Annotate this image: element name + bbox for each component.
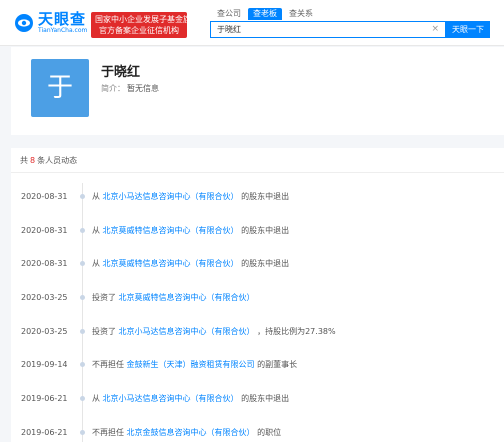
activity-desc: 从 北京小马达信息咨询中心（有限合伙） 的股东中退出 (92, 184, 289, 209)
search-box: × (210, 21, 446, 38)
timeline-dot (80, 328, 85, 334)
activity-pre: 投资了 (92, 326, 116, 336)
badge-line-1: 国家中小企业发展子基金旗下 (95, 15, 199, 24)
avatar: 于 (31, 59, 89, 117)
search-button[interactable]: 天眼一下 (446, 21, 490, 38)
activity-pre: 从 (92, 225, 100, 235)
timeline-dot (80, 227, 85, 233)
activity-panel: 共 8 条人员动态 2020-08-31 从 北京小马达信息咨询中心（有限合伙） 的… (11, 148, 504, 442)
list-item: 2019-06-21 从 北京小马达信息咨询中心（有限合伙） 的股东中退出 (11, 381, 504, 415)
activity-post: 的股东中退出 (241, 259, 290, 269)
activity-post: ，持股比例为27.38% (257, 326, 336, 336)
activity-desc: 不再担任 金鼓新生（天津）融资租赁有限公司 的副董事长 (92, 352, 297, 377)
list-item: 2020-08-31 从 北京小马达信息咨询中心（有限合伙） 的股东中退出 (11, 179, 504, 213)
company-link[interactable]: 北京小马达信息咨询中心（有限合伙） (103, 192, 239, 201)
activity-post: 的股东中退出 (241, 225, 290, 235)
activity-pre: 不再担任 (92, 360, 124, 370)
list-item: 2020-03-25 投资了 北京小马达信息咨询中心（有限合伙） ，持股比例为2… (11, 314, 504, 348)
timeline-dot (80, 362, 85, 368)
clear-icon[interactable]: × (431, 24, 439, 35)
timeline-dot (80, 429, 85, 435)
activity-header-suffix: 条人员动态 (37, 156, 78, 165)
company-link[interactable]: 北京莫威特信息咨询中心（有限合伙） (103, 259, 239, 268)
tab-boss[interactable]: 查老板 (248, 8, 282, 20)
activity-desc: 从 北京莫威特信息咨询中心（有限合伙） 的股东中退出 (92, 218, 289, 243)
activity-date: 2020-03-25 (21, 326, 68, 336)
activity-desc: 从 北京小马达信息咨询中心（有限合伙） 的股东中退出 (92, 386, 289, 411)
company-link[interactable]: 北京金鼓信息咨询中心（有限合伙） (127, 428, 255, 437)
timeline-dot (80, 295, 85, 301)
activity-desc: 投资了 北京莫威特信息咨询中心（有限合伙） (92, 285, 255, 310)
activity-header-prefix: 共 (20, 156, 28, 165)
search-tabs: 查公司 查老板 查关系 (212, 8, 320, 20)
activity-date: 2020-08-31 (21, 192, 68, 201)
official-badge: 国家中小企业发展子基金旗下 官方备案企业征信机构 (91, 12, 199, 38)
timeline-dot (80, 396, 85, 402)
company-link[interactable]: 金鼓新生（天津）融资租赁有限公司 (127, 360, 255, 369)
logo-text: 天眼查 (38, 10, 87, 28)
activity-pre: 从 (92, 259, 100, 269)
activity-date: 2020-08-31 (21, 259, 68, 269)
timeline-dot (80, 261, 85, 267)
activity-desc: 不再担任 北京金鼓信息咨询中心（有限合伙） 的职位 (92, 420, 281, 442)
top-header: 天眼查 TianYanCha.com 国家中小企业发展子基金旗下 官方备案企业征… (0, 0, 504, 46)
eye-logo-icon (14, 13, 34, 33)
list-item: 2020-03-25 投资了 北京莫威特信息咨询中心（有限合伙） (11, 280, 504, 314)
badge-line-2: 官方备案企业征信机构 (99, 26, 179, 35)
intro: 简介： 暂无信息 (101, 83, 159, 94)
activity-pre: 从 (92, 394, 100, 404)
profile-card: 于 于晓红 简介： 暂无信息 (11, 47, 504, 135)
activity-desc: 投资了 北京小马达信息咨询中心（有限合伙） ，持股比例为27.38% (92, 319, 336, 344)
intro-value: 暂无信息 (127, 84, 159, 93)
list-item: 2020-08-31 从 北京莫威特信息咨询中心（有限合伙） 的股东中退出 (11, 213, 504, 247)
list-item: 2019-09-14 不再担任 金鼓新生（天津）融资租赁有限公司 的副董事长 (11, 347, 504, 381)
list-item: 2019-06-21 不再担任 北京金鼓信息咨询中心（有限合伙） 的职位 (11, 415, 504, 442)
activity-post: 的职位 (257, 427, 282, 437)
search-input[interactable] (211, 22, 426, 37)
tab-company[interactable]: 查公司 (212, 8, 246, 20)
list-item: 2020-08-31 从 北京莫威特信息咨询中心（有限合伙） 的股东中退出 (11, 246, 504, 280)
site-logo[interactable]: 天眼查 TianYanCha.com (14, 11, 87, 34)
company-link[interactable]: 北京小马达信息咨询中心（有限合伙） (119, 327, 255, 336)
activity-pre: 不再担任 (92, 427, 124, 437)
intro-label: 简介： (101, 84, 125, 93)
activity-date: 2020-08-31 (21, 225, 68, 235)
activity-date: 2019-09-14 (21, 360, 68, 370)
activity-date: 2019-06-21 (21, 427, 68, 437)
tab-relation[interactable]: 查关系 (284, 8, 318, 20)
activity-count: 8 (30, 156, 36, 165)
activity-pre: 投资了 (92, 293, 116, 303)
company-link[interactable]: 北京莫威特信息咨询中心（有限合伙） (119, 293, 255, 302)
activity-post: 的副董事长 (257, 360, 298, 370)
activity-desc: 从 北京莫威特信息咨询中心（有限合伙） 的股东中退出 (92, 251, 289, 276)
activity-header: 共 8 条人员动态 (11, 148, 504, 173)
timeline-dot (80, 194, 85, 199)
activity-pre: 从 (92, 192, 100, 201)
activity-list: 2020-08-31 从 北京小马达信息咨询中心（有限合伙） 的股东中退出 20… (11, 173, 504, 442)
company-link[interactable]: 北京小马达信息咨询中心（有限合伙） (103, 394, 239, 403)
person-name: 于晓红 (101, 65, 141, 80)
company-link[interactable]: 北京莫威特信息咨询中心（有限合伙） (103, 226, 239, 235)
logo-subtext: TianYanCha.com (38, 27, 88, 34)
activity-date: 2020-03-25 (21, 293, 68, 303)
activity-post: 的股东中退出 (241, 394, 290, 404)
activity-date: 2019-06-21 (21, 394, 68, 404)
activity-post: 的股东中退出 (241, 192, 290, 201)
